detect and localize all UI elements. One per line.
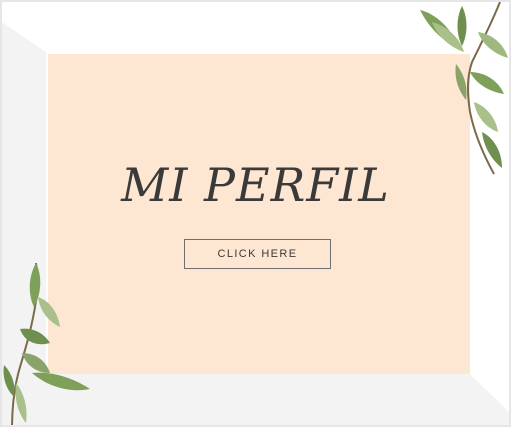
- content-panel: [48, 54, 470, 374]
- leaves-top-right-decoration: [420, 2, 508, 175]
- profile-card: MI PERFIL CLICK HERE: [0, 0, 511, 427]
- leaves-bottom-left-decoration: [3, 262, 90, 425]
- click-here-button[interactable]: CLICK HERE: [184, 239, 331, 269]
